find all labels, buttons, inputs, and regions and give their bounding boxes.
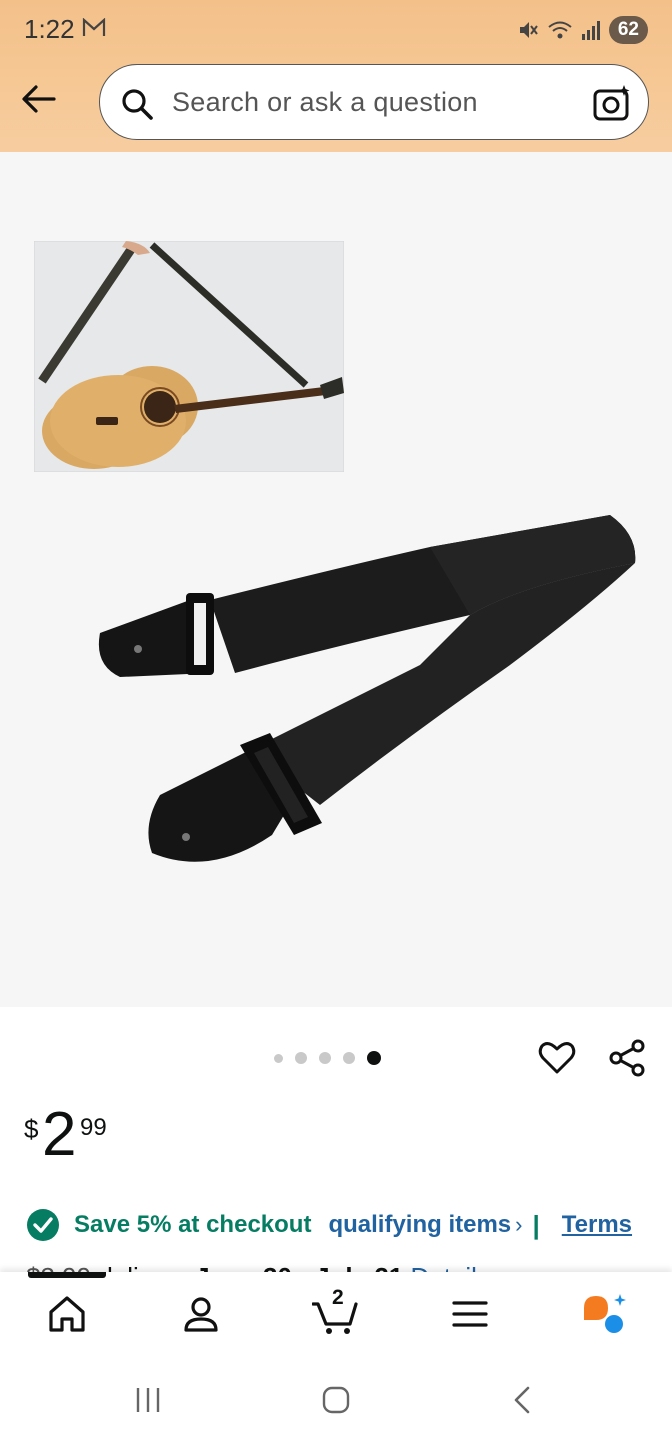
share-icon[interactable] <box>608 1038 648 1078</box>
heart-icon[interactable] <box>537 1038 577 1078</box>
pagination-dot[interactable] <box>295 1052 307 1064</box>
promo-row: Save 5% at checkout qualifying items › |… <box>26 1208 632 1242</box>
delivery-row: $3.99 delivery June 30 - July 21 Details <box>0 1250 672 1272</box>
qualifying-items-link[interactable]: qualifying items <box>328 1211 511 1239</box>
active-tab-indicator <box>28 1272 106 1278</box>
pagination-dot-active[interactable] <box>367 1051 381 1065</box>
pagination-dot[interactable] <box>343 1052 355 1064</box>
recent-apps-icon[interactable] <box>130 1382 166 1418</box>
system-nav-bar <box>0 1356 672 1440</box>
pagination-dot[interactable] <box>319 1052 331 1064</box>
search-input[interactable]: Search or ask a question <box>172 87 478 118</box>
system-back-icon[interactable] <box>506 1382 542 1418</box>
image-pagination-dots <box>274 1050 381 1066</box>
terms-link[interactable]: Terms <box>562 1211 632 1239</box>
header: 1:22 62 Search or ask a question <box>0 0 672 152</box>
delivery-details-link[interactable]: Details <box>410 1262 489 1272</box>
delivery-text: $3.99 delivery June 30 - July 21 Details <box>26 1262 490 1272</box>
price-symbol: $ <box>24 1114 39 1144</box>
mute-icon <box>519 22 538 38</box>
status-bar: 1:22 62 <box>0 0 672 60</box>
guitar-strap-on-guitar-image <box>34 241 344 472</box>
wifi-icon <box>548 21 572 39</box>
delivery-old-price: $3.99 <box>26 1262 91 1272</box>
mail-icon <box>82 18 106 36</box>
pagination-dot[interactable] <box>274 1053 283 1063</box>
separator: | <box>532 1209 540 1240</box>
search-bar[interactable]: Search or ask a question <box>99 64 649 140</box>
home-icon[interactable] <box>43 1290 91 1338</box>
home-button-icon[interactable] <box>318 1382 354 1418</box>
price-whole: 2 <box>42 1100 77 1169</box>
account-icon[interactable] <box>177 1290 225 1338</box>
back-arrow-icon[interactable] <box>20 80 58 118</box>
camera-search-icon[interactable] <box>592 83 632 123</box>
delivery-label: delivery <box>98 1262 188 1272</box>
signal-icon <box>581 21 600 40</box>
guitar-strap-image <box>98 515 636 862</box>
battery-badge: 62 <box>608 16 648 44</box>
rufus-ai-icon[interactable] <box>580 1290 628 1338</box>
chevron-right-icon: › <box>515 1212 523 1237</box>
search-icon <box>122 89 153 120</box>
check-circle-icon <box>27 1209 59 1241</box>
status-time: 1:22 <box>24 14 75 44</box>
cart-count: 2 <box>332 1286 344 1309</box>
menu-icon[interactable] <box>446 1290 494 1338</box>
status-icons: 62 <box>517 16 648 44</box>
delivery-date: June 30 - July 21 <box>195 1262 403 1272</box>
price-fraction: 99 <box>80 1114 107 1141</box>
save-promo-text: Save 5% at checkout <box>74 1211 312 1238</box>
bottom-nav: 2 <box>0 1272 672 1356</box>
